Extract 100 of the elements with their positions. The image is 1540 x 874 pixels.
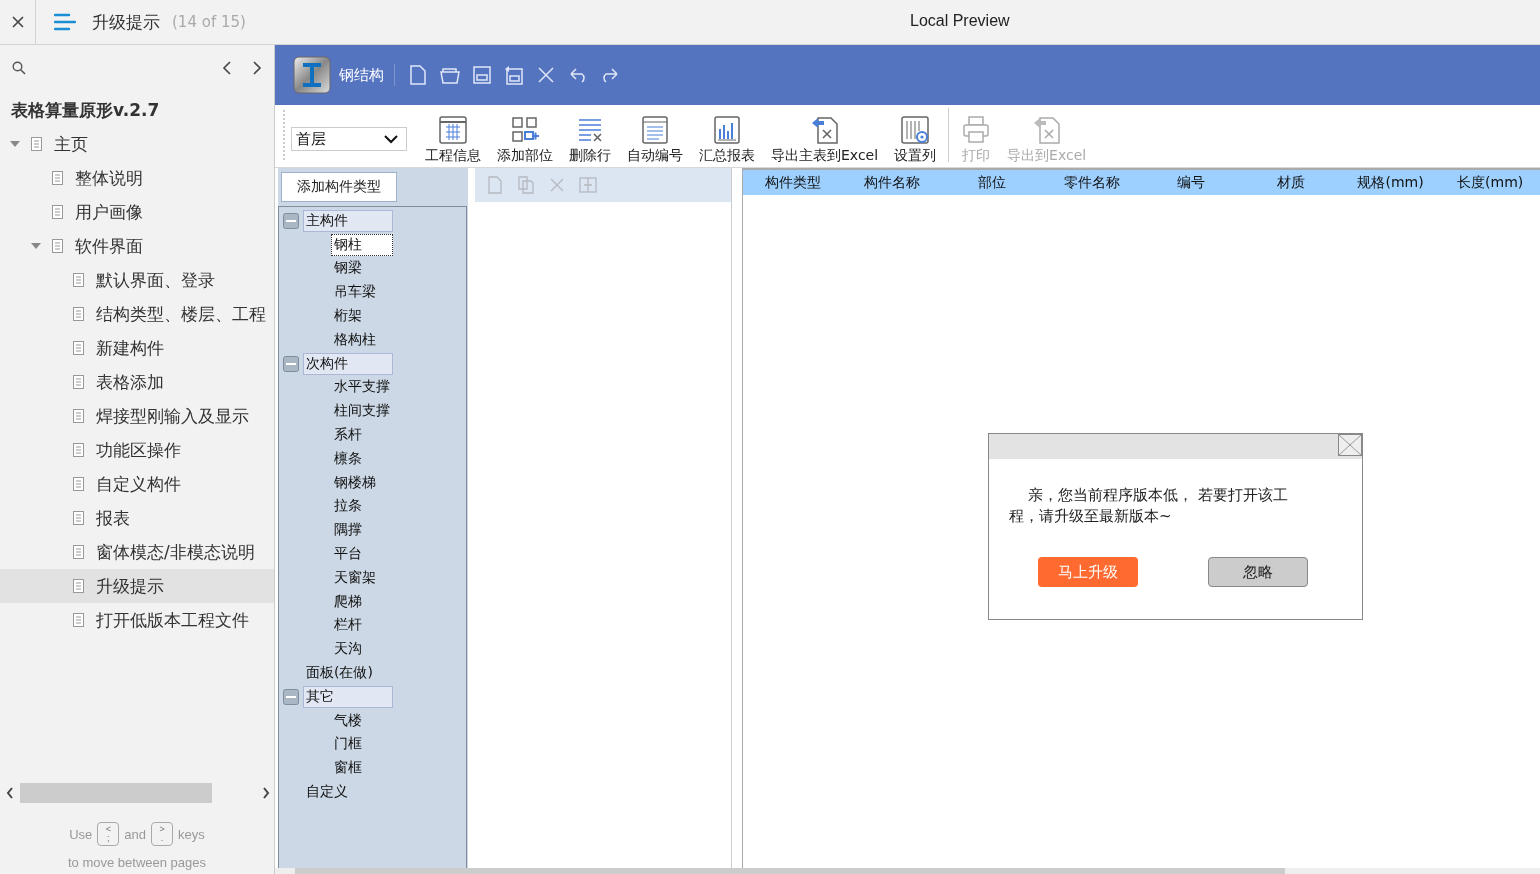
sidebar-item[interactable]: 报表	[0, 501, 274, 535]
tree-item[interactable]: 天窗架	[331, 566, 379, 589]
tree-item[interactable]: 桁架	[331, 305, 365, 328]
sidebar-item[interactable]: 焊接型刚输入及显示	[0, 399, 274, 433]
page-icon	[73, 443, 84, 457]
sidebar-item[interactable]: 新建构件	[0, 331, 274, 365]
tree-item[interactable]: 钢梁	[331, 257, 365, 280]
sidebar-item[interactable]: 用户画像	[0, 195, 274, 229]
tree-item[interactable]: 檩条	[331, 447, 365, 470]
page-icon	[73, 477, 84, 491]
bar-chart-icon	[712, 115, 742, 145]
collapse-icon[interactable]	[283, 688, 299, 705]
steel-beam-logo-icon	[293, 56, 331, 94]
tree-item[interactable]: 爬梯	[331, 590, 365, 613]
keyboard-key: > .	[151, 822, 174, 846]
collapse-arrow-icon[interactable]	[31, 241, 41, 251]
toolbar-button[interactable]: 工程信息	[417, 115, 489, 165]
project-title: 表格算量原形v.2.7	[10, 99, 161, 122]
tree-item[interactable]: 门框	[331, 733, 365, 756]
grid-icon	[438, 115, 468, 145]
collapse-arrow-icon[interactable]	[10, 139, 20, 149]
save-icon[interactable]	[471, 64, 493, 86]
column-header[interactable]: 零件名称	[1041, 173, 1142, 192]
column-settings-icon	[900, 115, 931, 145]
menu-icon[interactable]	[54, 13, 76, 31]
tree-item[interactable]: 主构件	[303, 209, 393, 232]
column-header[interactable]: 长度(mm)	[1440, 173, 1540, 192]
tree-item[interactable]: 平台	[331, 543, 365, 566]
tree-item[interactable]: 栏杆	[331, 614, 365, 637]
sidebar-item[interactable]: 表格添加	[0, 365, 274, 399]
hint-text: and	[124, 826, 147, 842]
page-icon	[52, 171, 63, 185]
numbered-list-icon	[640, 115, 670, 145]
sidebar-item[interactable]: 整体说明	[0, 161, 274, 195]
page-icon	[73, 579, 84, 593]
tree-item[interactable]: 次构件	[303, 352, 393, 375]
close-icon[interactable]	[11, 16, 24, 28]
collapse-icon[interactable]	[283, 355, 299, 372]
page-count: (14 of 15)	[172, 13, 246, 31]
tree-item[interactable]: 吊车梁	[331, 281, 379, 304]
tree-item[interactable]: 面板(在做)	[303, 662, 376, 685]
toolbar-button[interactable]: 自动编号	[619, 115, 691, 165]
sidebar-item[interactable]: 功能区操作	[0, 433, 274, 467]
tree-item[interactable]: 柱间支撑	[331, 400, 393, 423]
sidebar-item[interactable]: 升级提示	[0, 569, 274, 603]
keyboard-key: < ;	[97, 822, 120, 846]
toolbar-button[interactable]: 删除行	[561, 115, 619, 165]
tree-item[interactable]: 隅撑	[331, 519, 365, 542]
scroll-right-icon[interactable]	[262, 787, 270, 799]
save-as-icon[interactable]	[503, 64, 525, 86]
tree-item[interactable]: 其它	[303, 685, 393, 708]
sidebar-item[interactable]: 结构类型、楼层、工程	[0, 297, 274, 331]
tree-item[interactable]: 格构柱	[331, 328, 379, 351]
tree-item[interactable]: 自定义	[303, 781, 351, 803]
tree-item[interactable]: 钢柱	[331, 233, 393, 256]
page-icon	[52, 239, 63, 253]
page-icon	[73, 273, 84, 287]
column-header[interactable]: 构件名称	[842, 173, 943, 192]
printer-icon	[961, 115, 992, 145]
sidebar-item[interactable]: 窗体模态/非模态说明	[0, 535, 274, 569]
tree-item[interactable]: 钢楼梯	[331, 471, 379, 494]
add-type-button[interactable]: 添加构件类型	[281, 172, 397, 202]
toolbar-button[interactable]: 添加部位	[489, 115, 561, 165]
next-page-icon[interactable]	[252, 61, 262, 75]
sidebar-item[interactable]: 打开低版本工程文件	[0, 603, 274, 637]
page-icon	[73, 341, 84, 355]
page-title: 升级提示	[92, 10, 160, 34]
collapse-icon[interactable]	[283, 212, 299, 229]
search-icon[interactable]	[12, 61, 26, 75]
tree-item[interactable]: 气楼	[331, 709, 365, 732]
tree-item[interactable]: 天沟	[331, 638, 365, 661]
scrollbar-thumb[interactable]	[295, 868, 1285, 874]
column-header[interactable]: 编号	[1141, 173, 1242, 192]
sidebar-item[interactable]: 自定义构件	[0, 467, 274, 501]
column-header[interactable]: 材质	[1241, 173, 1341, 192]
sidebar-item[interactable]: 默认界面、登录	[0, 263, 274, 297]
dialog-message: 亲，您当前程序版本低， 若要打开该工程，请升级至最新版本~	[1009, 485, 1289, 527]
toolbar-button[interactable]: 汇总报表	[691, 115, 763, 165]
previous-page-icon[interactable]	[222, 61, 232, 75]
sidebar-item[interactable]: 主页	[0, 127, 274, 161]
page-icon	[73, 307, 84, 321]
column-header[interactable]: 规格(mm)	[1340, 173, 1441, 192]
scrollbar-thumb[interactable]	[20, 783, 212, 803]
ignore-button[interactable]: 忽略	[1208, 557, 1308, 587]
sidebar-item[interactable]: 软件界面	[0, 229, 274, 263]
scroll-left-icon[interactable]	[6, 787, 14, 799]
column-header[interactable]: 部位	[942, 173, 1042, 192]
app-title: 钢结构	[339, 65, 384, 85]
toolbar-button[interactable]: 设置列	[886, 115, 945, 165]
new-file-icon[interactable]	[407, 64, 429, 86]
tree-item[interactable]: 拉条	[331, 495, 365, 518]
page-icon	[31, 137, 42, 151]
tree-item[interactable]: 窗框	[331, 757, 365, 780]
column-header[interactable]: 构件类型	[743, 173, 843, 192]
tree-item[interactable]: 系杆	[331, 424, 365, 447]
tree-item[interactable]: 水平支撑	[331, 376, 393, 399]
page-icon	[73, 545, 84, 559]
floor-dropdown[interactable]: 首层	[291, 127, 407, 151]
page-icon	[52, 205, 63, 219]
toolbar-button[interactable]: 导出主表到Excel	[763, 115, 887, 165]
